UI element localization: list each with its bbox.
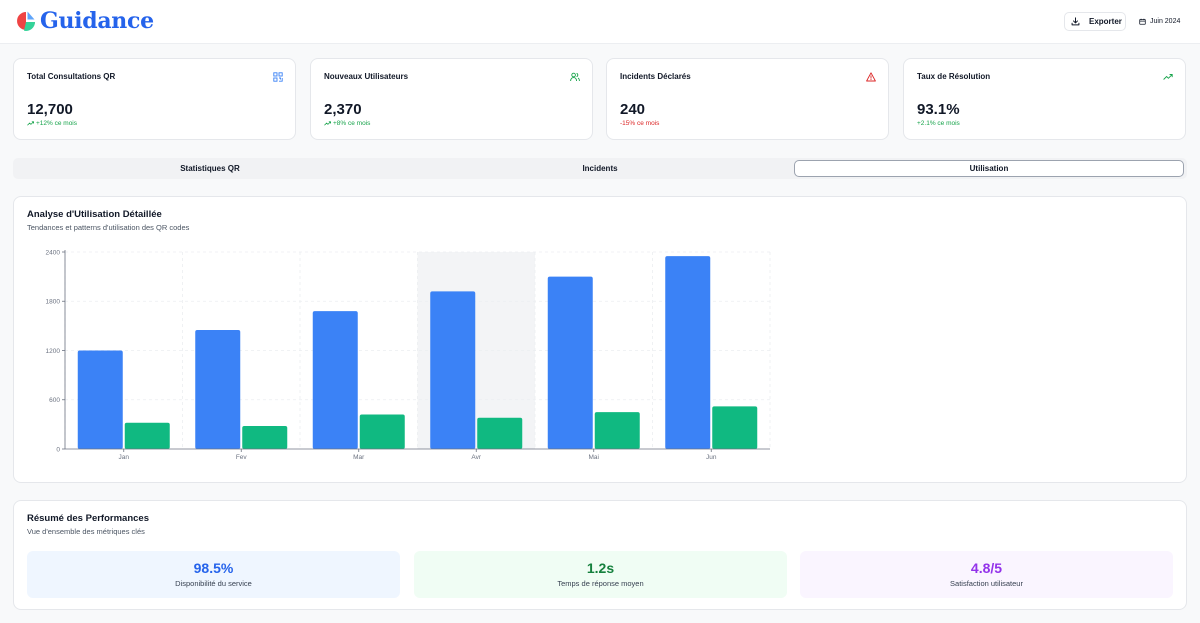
- kpi-card-new-users: Nouveaux Utilisateurs 2,370 +8% ce mois: [310, 58, 593, 140]
- tab-incidents[interactable]: Incidents: [405, 160, 795, 177]
- bar-Jun-series-2: [712, 406, 758, 449]
- y-tick-label: 1200: [46, 348, 61, 355]
- perf-response-time: 1.2s Temps de réponse moyen: [414, 551, 787, 598]
- trending-up-icon: [27, 121, 34, 126]
- bar-Avr-series-2: [477, 417, 523, 449]
- perf-label: Disponibilité du service: [175, 579, 252, 588]
- y-tick-label: 2400: [46, 249, 61, 256]
- date-picker[interactable]: Juin 2024: [1134, 12, 1188, 31]
- bar-Mai-series-1: [547, 276, 593, 449]
- bar-Jan-series-1: [77, 350, 123, 449]
- kpi-change: +2.1% ce mois: [917, 120, 960, 127]
- kpi-title: Taux de Résolution: [917, 72, 991, 81]
- bar-Avr-series-1: [430, 291, 476, 449]
- bar-Jan-series-2: [124, 422, 170, 449]
- bar-Fev-series-1: [195, 329, 241, 449]
- brand-logo[interactable]: Guidance: [16, 8, 154, 34]
- perf-satisfaction: 4.8/5 Satisfaction utilisateur: [800, 551, 1173, 598]
- y-tick-label: 0: [56, 446, 60, 453]
- bar-Jun-series-1: [665, 256, 711, 449]
- perf-label: Satisfaction utilisateur: [950, 579, 1023, 588]
- export-label: Exporter: [1089, 17, 1122, 26]
- kpi-card-incidents: Incidents Déclarés 240 -15% ce mois: [606, 58, 889, 140]
- bar-Mar-series-1: [312, 311, 358, 449]
- kpi-change-text: +2.1% ce mois: [917, 120, 960, 127]
- export-button[interactable]: Exporter: [1064, 12, 1126, 31]
- usage-bar-chart: 0 600 1200 1800 2400 Jan Fev Mar Avr Mai Jun: [46, 249, 771, 461]
- app-header: Guidance Exporter Juin 2024: [0, 0, 1200, 44]
- kpi-card-resolution-rate: Taux de Résolution 93.1% +2.1% ce mois: [903, 58, 1186, 140]
- kpi-card-consultations: Total Consultations QR 12,700 +12% ce mo…: [13, 58, 296, 140]
- tab-statistiques-qr[interactable]: Statistiques QR: [15, 160, 405, 177]
- section-title: Résumé des Performances: [27, 513, 149, 524]
- y-tick-label: 600: [49, 397, 60, 404]
- alert-triangle-icon: [866, 72, 876, 82]
- kpi-change: -15% ce mois: [620, 120, 659, 127]
- perf-label: Temps de réponse moyen: [557, 579, 644, 588]
- x-tick-label-Avr: Avr: [471, 454, 481, 461]
- kpi-value: 93.1%: [917, 101, 960, 118]
- kpi-change: +8% ce mois: [324, 120, 370, 127]
- x-tick-label-Jun: Jun: [706, 454, 717, 461]
- calendar-icon: [1139, 18, 1146, 25]
- perf-value: 4.8/5: [970, 560, 1003, 576]
- tab-utilisation[interactable]: Utilisation: [794, 160, 1184, 177]
- tab-bar: Statistiques QR Incidents Utilisation: [13, 158, 1187, 179]
- kpi-title: Incidents Déclarés: [620, 72, 691, 81]
- qr-code-icon: [273, 72, 283, 82]
- x-tick-label-Jan: Jan: [119, 454, 130, 461]
- download-icon: [1071, 17, 1080, 26]
- section-subtitle: Vue d'ensemble des métriques clés: [27, 527, 145, 536]
- kpi-title: Nouveaux Utilisateurs: [324, 72, 409, 81]
- trending-up-icon: [324, 121, 331, 126]
- kpi-change-text: -15% ce mois: [620, 120, 660, 127]
- perf-availability: 98.5% Disponibilité du service: [27, 551, 400, 598]
- performance-summary-card: Résumé des Performances Vue d'ensemble d…: [13, 500, 1187, 610]
- bar-Mai-series-2: [594, 412, 640, 449]
- kpi-change: +12% ce mois: [27, 120, 77, 127]
- kpi-value: 240: [620, 101, 646, 118]
- kpi-change-text: +12% ce mois: [36, 120, 78, 127]
- y-tick-label: 1800: [46, 299, 61, 306]
- perf-value: 98.5%: [193, 560, 234, 576]
- x-tick-label-Fev: Fev: [236, 454, 248, 461]
- logo-icon: [17, 11, 36, 32]
- kpi-value: 2,370: [324, 101, 362, 118]
- kpi-title: Total Consultations QR: [27, 72, 116, 81]
- trending-up-icon: [1163, 74, 1173, 80]
- kpi-value: 12,700: [27, 101, 73, 118]
- x-tick-label-Mai: Mai: [589, 454, 599, 461]
- usage-analysis-card: Analyse d'Utilisation Détaillée Tendance…: [13, 196, 1187, 483]
- perf-value: 1.2s: [586, 560, 615, 576]
- users-icon: [570, 72, 580, 82]
- bar-Mar-series-2: [359, 414, 405, 449]
- brand-name: Guidance: [40, 8, 154, 34]
- kpi-change-text: +8% ce mois: [333, 120, 371, 127]
- date-label: Juin 2024: [1150, 18, 1181, 25]
- x-tick-label-Mar: Mar: [353, 454, 365, 461]
- bar-Fev-series-2: [242, 426, 288, 449]
